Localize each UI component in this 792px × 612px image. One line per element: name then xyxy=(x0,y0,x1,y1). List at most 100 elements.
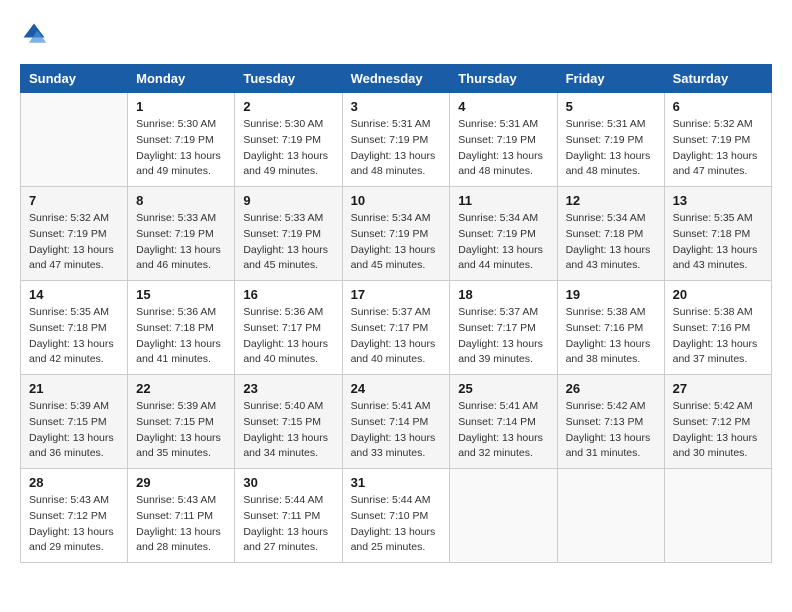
day-info: Sunrise: 5:41 AMSunset: 7:14 PMDaylight:… xyxy=(458,399,548,462)
day-number: 6 xyxy=(673,99,763,114)
column-header-tuesday: Tuesday xyxy=(235,65,342,93)
week-row-3: 14Sunrise: 5:35 AMSunset: 7:18 PMDayligh… xyxy=(21,281,772,375)
calendar-cell: 9 Sunrise: 5:33 AMSunset: 7:19 PMDaylight… xyxy=(235,187,342,281)
calendar-cell: 16 Sunrise: 5:36 AMSunset: 7:17 PMDayligh… xyxy=(235,281,342,375)
day-number: 19 xyxy=(566,287,656,302)
day-info: Sunrise: 5:36 AMSunset: 7:18 PMDaylight:… xyxy=(136,305,226,368)
day-number: 28 xyxy=(29,475,119,490)
calendar-cell: 29 Sunrise: 5:43 AMSunset: 7:11 PMDayligh… xyxy=(128,469,235,563)
calendar-cell: 11 Sunrise: 5:34 AMSunset: 7:19 PMDayligh… xyxy=(450,187,557,281)
day-info: Sunrise: 5:34 AMSunset: 7:18 PMDaylight:… xyxy=(566,211,656,274)
column-header-monday: Monday xyxy=(128,65,235,93)
day-info: Sunrise: 5:40 AMSunset: 7:15 PMDaylight:… xyxy=(243,399,333,462)
calendar-cell: 7 Sunrise: 5:32 AMSunset: 7:19 PMDaylight… xyxy=(21,187,128,281)
calendar-table: SundayMondayTuesdayWednesdayThursdayFrid… xyxy=(20,64,772,563)
day-info: Sunrise: 5:32 AMSunset: 7:19 PMDaylight:… xyxy=(673,117,763,180)
calendar-cell: 8 Sunrise: 5:33 AMSunset: 7:19 PMDaylight… xyxy=(128,187,235,281)
day-number: 27 xyxy=(673,381,763,396)
page-header xyxy=(20,20,772,48)
calendar-cell: 15 Sunrise: 5:36 AMSunset: 7:18 PMDayligh… xyxy=(128,281,235,375)
calendar-cell: 14Sunrise: 5:35 AMSunset: 7:18 PMDayligh… xyxy=(21,281,128,375)
day-info: Sunrise: 5:38 AMSunset: 7:16 PMDaylight:… xyxy=(566,305,656,368)
day-number: 7 xyxy=(29,193,119,208)
week-row-2: 7 Sunrise: 5:32 AMSunset: 7:19 PMDaylight… xyxy=(21,187,772,281)
calendar-cell: 1 Sunrise: 5:30 AMSunset: 7:19 PMDaylight… xyxy=(128,93,235,187)
day-info: Sunrise: 5:44 AMSunset: 7:10 PMDaylight:… xyxy=(351,493,442,556)
day-info: Sunrise: 5:31 AMSunset: 7:19 PMDaylight:… xyxy=(458,117,548,180)
day-number: 5 xyxy=(566,99,656,114)
calendar-cell: 25 Sunrise: 5:41 AMSunset: 7:14 PMDayligh… xyxy=(450,375,557,469)
day-info: Sunrise: 5:44 AMSunset: 7:11 PMDaylight:… xyxy=(243,493,333,556)
calendar-cell: 12 Sunrise: 5:34 AMSunset: 7:18 PMDayligh… xyxy=(557,187,664,281)
day-info: Sunrise: 5:32 AMSunset: 7:19 PMDaylight:… xyxy=(29,211,119,274)
day-number: 4 xyxy=(458,99,548,114)
day-info: Sunrise: 5:43 AMSunset: 7:12 PMDaylight:… xyxy=(29,493,119,556)
day-info: Sunrise: 5:39 AMSunset: 7:15 PMDaylight:… xyxy=(136,399,226,462)
calendar-cell: 20Sunrise: 5:38 AMSunset: 7:16 PMDayligh… xyxy=(664,281,771,375)
day-number: 2 xyxy=(243,99,333,114)
calendar-cell: 24 Sunrise: 5:41 AMSunset: 7:14 PMDayligh… xyxy=(342,375,450,469)
day-info: Sunrise: 5:39 AMSunset: 7:15 PMDaylight:… xyxy=(29,399,119,462)
day-number: 21 xyxy=(29,381,119,396)
day-number: 31 xyxy=(351,475,442,490)
calendar-cell: 19 Sunrise: 5:38 AMSunset: 7:16 PMDayligh… xyxy=(557,281,664,375)
column-header-thursday: Thursday xyxy=(450,65,557,93)
week-row-5: 28 Sunrise: 5:43 AMSunset: 7:12 PMDayligh… xyxy=(21,469,772,563)
day-info: Sunrise: 5:33 AMSunset: 7:19 PMDaylight:… xyxy=(136,211,226,274)
day-info: Sunrise: 5:42 AMSunset: 7:13 PMDaylight:… xyxy=(566,399,656,462)
calendar-cell: 31 Sunrise: 5:44 AMSunset: 7:10 PMDayligh… xyxy=(342,469,450,563)
day-info: Sunrise: 5:30 AMSunset: 7:19 PMDaylight:… xyxy=(136,117,226,180)
day-number: 29 xyxy=(136,475,226,490)
day-info: Sunrise: 5:31 AMSunset: 7:19 PMDaylight:… xyxy=(351,117,442,180)
calendar-cell: 10 Sunrise: 5:34 AMSunset: 7:19 PMDayligh… xyxy=(342,187,450,281)
calendar-cell xyxy=(21,93,128,187)
calendar-header-row: SundayMondayTuesdayWednesdayThursdayFrid… xyxy=(21,65,772,93)
calendar-cell: 23 Sunrise: 5:40 AMSunset: 7:15 PMDayligh… xyxy=(235,375,342,469)
day-info: Sunrise: 5:43 AMSunset: 7:11 PMDaylight:… xyxy=(136,493,226,556)
day-info: Sunrise: 5:34 AMSunset: 7:19 PMDaylight:… xyxy=(351,211,442,274)
calendar-cell: 6 Sunrise: 5:32 AMSunset: 7:19 PMDaylight… xyxy=(664,93,771,187)
day-number: 26 xyxy=(566,381,656,396)
calendar-cell: 30 Sunrise: 5:44 AMSunset: 7:11 PMDayligh… xyxy=(235,469,342,563)
day-info: Sunrise: 5:41 AMSunset: 7:14 PMDaylight:… xyxy=(351,399,442,462)
day-number: 11 xyxy=(458,193,548,208)
calendar-cell: 18 Sunrise: 5:37 AMSunset: 7:17 PMDayligh… xyxy=(450,281,557,375)
calendar-cell: 27Sunrise: 5:42 AMSunset: 7:12 PMDayligh… xyxy=(664,375,771,469)
day-info: Sunrise: 5:31 AMSunset: 7:19 PMDaylight:… xyxy=(566,117,656,180)
column-header-friday: Friday xyxy=(557,65,664,93)
day-number: 3 xyxy=(351,99,442,114)
day-number: 1 xyxy=(136,99,226,114)
day-number: 9 xyxy=(243,193,333,208)
calendar-cell: 21 Sunrise: 5:39 AMSunset: 7:15 PMDayligh… xyxy=(21,375,128,469)
column-header-wednesday: Wednesday xyxy=(342,65,450,93)
calendar-cell: 4 Sunrise: 5:31 AMSunset: 7:19 PMDaylight… xyxy=(450,93,557,187)
day-number: 18 xyxy=(458,287,548,302)
week-row-4: 21 Sunrise: 5:39 AMSunset: 7:15 PMDayligh… xyxy=(21,375,772,469)
day-number: 10 xyxy=(351,193,442,208)
day-number: 25 xyxy=(458,381,548,396)
day-info: Sunrise: 5:30 AMSunset: 7:19 PMDaylight:… xyxy=(243,117,333,180)
day-info: Sunrise: 5:35 AMSunset: 7:18 PMDaylight:… xyxy=(673,211,763,274)
day-number: 12 xyxy=(566,193,656,208)
day-number: 30 xyxy=(243,475,333,490)
day-number: 23 xyxy=(243,381,333,396)
day-info: Sunrise: 5:37 AMSunset: 7:17 PMDaylight:… xyxy=(351,305,442,368)
calendar-cell xyxy=(664,469,771,563)
day-number: 16 xyxy=(243,287,333,302)
calendar-cell: 5 Sunrise: 5:31 AMSunset: 7:19 PMDaylight… xyxy=(557,93,664,187)
calendar-cell xyxy=(557,469,664,563)
day-info: Sunrise: 5:36 AMSunset: 7:17 PMDaylight:… xyxy=(243,305,333,368)
logo xyxy=(20,20,52,48)
week-row-1: 1 Sunrise: 5:30 AMSunset: 7:19 PMDaylight… xyxy=(21,93,772,187)
day-info: Sunrise: 5:34 AMSunset: 7:19 PMDaylight:… xyxy=(458,211,548,274)
column-header-sunday: Sunday xyxy=(21,65,128,93)
calendar-cell: 28 Sunrise: 5:43 AMSunset: 7:12 PMDayligh… xyxy=(21,469,128,563)
day-info: Sunrise: 5:33 AMSunset: 7:19 PMDaylight:… xyxy=(243,211,333,274)
calendar-cell xyxy=(450,469,557,563)
column-header-saturday: Saturday xyxy=(664,65,771,93)
day-number: 24 xyxy=(351,381,442,396)
day-number: 15 xyxy=(136,287,226,302)
calendar-cell: 13Sunrise: 5:35 AMSunset: 7:18 PMDayligh… xyxy=(664,187,771,281)
day-number: 8 xyxy=(136,193,226,208)
day-info: Sunrise: 5:37 AMSunset: 7:17 PMDaylight:… xyxy=(458,305,548,368)
